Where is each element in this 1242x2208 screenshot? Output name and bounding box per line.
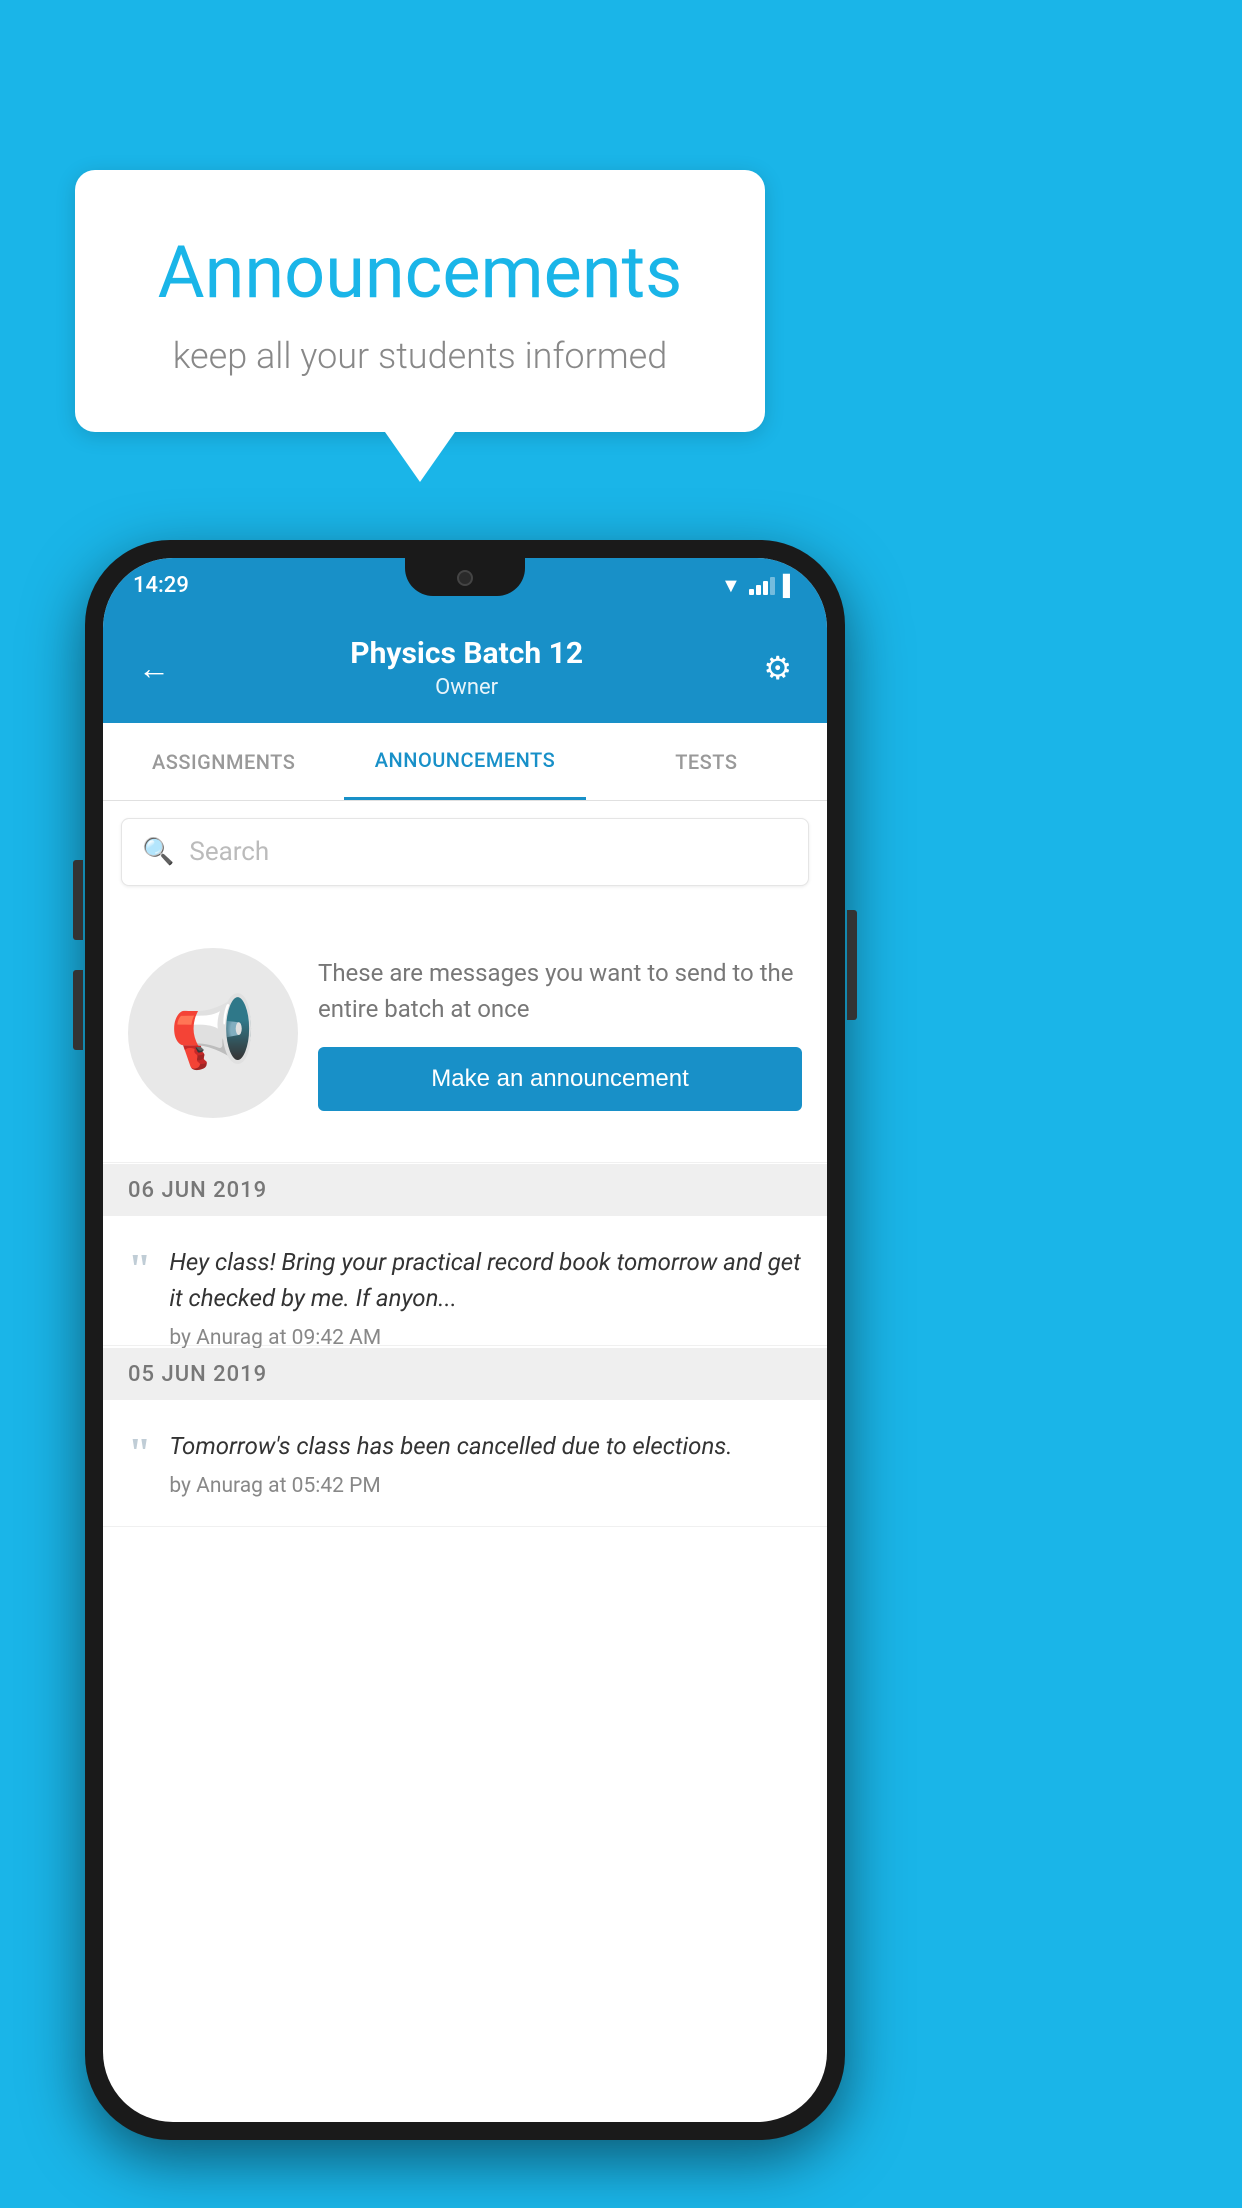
promo-icon-circle: 📢: [128, 948, 298, 1118]
status-icons: ▼ ▌: [721, 573, 797, 598]
date-divider-1: 06 JUN 2019: [103, 1164, 827, 1216]
back-button[interactable]: ←: [128, 639, 180, 697]
speech-bubble: Announcements keep all your students inf…: [75, 170, 765, 432]
signal-bars: [749, 577, 775, 595]
signal-bar-3: [763, 581, 768, 595]
phone-device: 14:29 ▼ ▌ ← Physics Batch 12: [85, 540, 845, 2140]
camera: [457, 570, 473, 586]
search-bar[interactable]: 🔍 Search: [121, 818, 809, 886]
volume-up-button: [73, 860, 83, 940]
announcement-item-2[interactable]: " Tomorrow's class has been cancelled du…: [103, 1400, 827, 1527]
promo-section: 📢 These are messages you want to send to…: [103, 903, 827, 1163]
announcement-item-1[interactable]: " Hey class! Bring your practical record…: [103, 1216, 827, 1346]
phone-outer: 14:29 ▼ ▌ ← Physics Batch 12: [85, 540, 845, 2140]
wifi-icon: ▼: [721, 573, 741, 598]
signal-bar-1: [749, 589, 754, 595]
quote-icon-2: ": [128, 1433, 151, 1475]
promo-description: These are messages you want to send to t…: [318, 955, 802, 1027]
date-label-1: 06 JUN 2019: [128, 1178, 267, 1203]
phone-notch: [405, 558, 525, 596]
tab-announcements[interactable]: ANNOUNCEMENTS: [344, 723, 585, 800]
date-label-2: 05 JUN 2019: [128, 1362, 267, 1387]
quote-icon-1: ": [128, 1249, 151, 1291]
batch-title: Physics Batch 12: [350, 636, 583, 671]
speech-bubble-title: Announcements: [125, 230, 715, 315]
batch-role: Owner: [350, 675, 583, 700]
battery-icon: ▌: [783, 573, 797, 598]
announcement-meta-2: by Anurag at 05:42 PM: [169, 1474, 802, 1498]
settings-button[interactable]: ⚙: [753, 639, 802, 697]
search-icon: 🔍: [142, 837, 174, 867]
announcement-message-1: Hey class! Bring your practical record b…: [169, 1244, 802, 1316]
signal-bar-2: [756, 585, 761, 595]
tab-assignments[interactable]: ASSIGNMENTS: [103, 723, 344, 800]
announcement-content-1: Hey class! Bring your practical record b…: [169, 1244, 802, 1350]
app-header: ← Physics Batch 12 Owner ⚙: [103, 613, 827, 723]
search-container: 🔍 Search: [121, 818, 809, 886]
speech-bubble-subtitle: keep all your students informed: [125, 335, 715, 377]
speech-bubble-card: Announcements keep all your students inf…: [75, 170, 765, 482]
header-title-group: Physics Batch 12 Owner: [350, 636, 583, 700]
phone-screen: 14:29 ▼ ▌ ← Physics Batch 12: [103, 558, 827, 2122]
speech-bubble-tail: [385, 432, 455, 482]
promo-content: These are messages you want to send to t…: [318, 955, 802, 1111]
announcement-meta-1: by Anurag at 09:42 AM: [169, 1326, 802, 1350]
status-time: 14:29: [133, 573, 189, 598]
announcement-message-2: Tomorrow's class has been cancelled due …: [169, 1428, 802, 1464]
make-announcement-button[interactable]: Make an announcement: [318, 1047, 802, 1111]
tabs-bar: ASSIGNMENTS ANNOUNCEMENTS TESTS: [103, 723, 827, 801]
search-placeholder: Search: [189, 837, 269, 867]
date-divider-2: 05 JUN 2019: [103, 1348, 827, 1400]
announcement-content-2: Tomorrow's class has been cancelled due …: [169, 1428, 802, 1498]
power-button: [847, 910, 857, 1020]
tab-tests[interactable]: TESTS: [586, 723, 827, 800]
volume-down-button: [73, 970, 83, 1050]
megaphone-icon: 📢: [169, 992, 256, 1074]
signal-bar-4: [770, 577, 775, 595]
